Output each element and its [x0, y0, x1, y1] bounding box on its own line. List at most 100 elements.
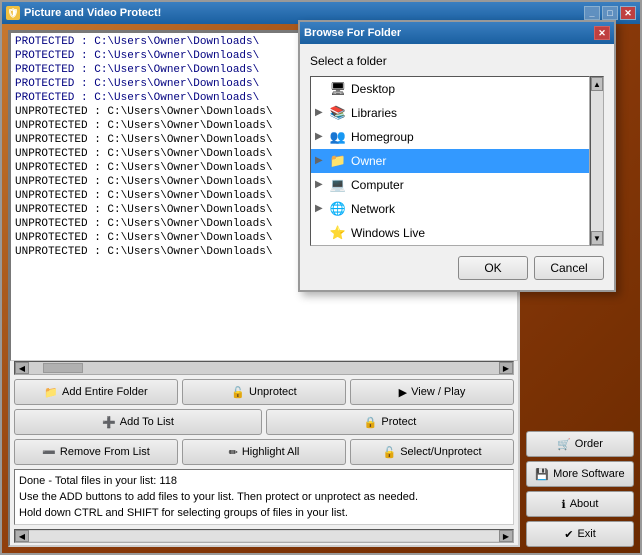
status-line-2: Use the ADD buttons to add files to your… [19, 489, 509, 505]
dialog-buttons: OK Cancel [310, 256, 604, 280]
status-line-3: Hold down CTRL and SHIFT for selecting g… [19, 505, 509, 521]
view-play-label: View / Play [411, 386, 465, 398]
title-bar-left: 🛡 Picture and Video Protect! [6, 6, 161, 20]
add-icon: ➕ [102, 416, 116, 429]
tree-item[interactable]: ▶📚Libraries [311, 101, 589, 125]
tree-item[interactable]: ▶💻Computer [311, 173, 589, 197]
highlight-icon: ✏ [229, 446, 238, 459]
folder-icon: 📁 [329, 153, 347, 169]
select-unprotect-button[interactable]: 🔓 Select/Unprotect [350, 439, 514, 465]
remove-from-list-label: Remove From List [60, 446, 150, 458]
dialog-title-bar: Browse For Folder ✕ [300, 22, 614, 44]
main-window: 🛡 Picture and Video Protect! _ □ ✕ PROTE… [0, 0, 642, 555]
tree-item-label: Desktop [351, 79, 395, 99]
window-title: Picture and Video Protect! [24, 7, 161, 19]
dialog-close-button[interactable]: ✕ [594, 26, 610, 40]
dialog-cancel-button[interactable]: Cancel [534, 256, 604, 280]
tree-item[interactable]: ▶📁Owner [311, 149, 589, 173]
protect-icon: 🔒 [364, 416, 378, 429]
button-row-2: ➕ Add To List 🔒 Protect [14, 409, 514, 435]
dialog-body: Select a folder 🖥Desktop▶📚Libraries▶👥Hom… [300, 44, 614, 290]
highlight-all-button[interactable]: ✏ Highlight All [182, 439, 346, 465]
protect-label: Protect [381, 416, 416, 428]
tree-item-label: Windows Live [351, 223, 425, 243]
dialog-ok-button[interactable]: OK [458, 256, 528, 280]
status-line-1: Done - Total files in your list: 118 [19, 473, 509, 489]
folder-add-icon: 📁 [44, 386, 58, 399]
add-entire-folder-button[interactable]: 📁 Add Entire Folder [14, 379, 178, 405]
tree-item-label: Libraries [351, 103, 397, 123]
tree-item-label: Homegroup [351, 127, 414, 147]
scroll-down-button[interactable]: ▼ [591, 231, 603, 245]
dialog-prompt: Select a folder [310, 54, 604, 68]
add-to-list-button[interactable]: ➕ Add To List [14, 409, 262, 435]
browse-folder-dialog: Browse For Folder ✕ Select a folder 🖥Des… [298, 20, 616, 292]
more-software-label: More Software [553, 468, 625, 480]
folder-icon: ⭐ [329, 225, 347, 241]
horizontal-scrollbar[interactable]: ◀ ▶ [14, 361, 514, 375]
view-play-button[interactable]: ▶ View / Play [350, 379, 514, 405]
order-button[interactable]: 🛒 Order [526, 431, 634, 457]
tree-item-label: Network [351, 199, 395, 219]
about-label: About [570, 498, 599, 510]
tree-item[interactable]: ▶👥Homegroup [311, 125, 589, 149]
h-scroll-right[interactable]: ▶ [499, 530, 513, 542]
app-icon: 🛡 [6, 6, 20, 20]
order-icon: 🛒 [557, 438, 571, 451]
scroll-right-button[interactable]: ▶ [499, 362, 513, 374]
folder-icon: 🌐 [329, 201, 347, 217]
exit-label: Exit [577, 528, 595, 540]
tree-arrow-icon: ▶ [315, 175, 327, 195]
folder-tree-container: 🖥Desktop▶📚Libraries▶👥Homegroup▶📁Owner▶💻C… [310, 76, 604, 246]
add-entire-folder-label: Add Entire Folder [62, 386, 148, 398]
close-button[interactable]: ✕ [620, 6, 636, 20]
tree-item[interactable]: ▶🌐Network [311, 197, 589, 221]
select-icon: 🔓 [382, 446, 396, 459]
unprotect-icon: 🔓 [231, 386, 245, 399]
add-to-list-label: Add To List [120, 416, 174, 428]
button-row-3: ➖ Remove From List ✏ Highlight All 🔓 Sel… [14, 439, 514, 465]
scroll-track [591, 91, 603, 231]
h-scroll-left[interactable]: ◀ [15, 530, 29, 542]
dialog-scrollbar[interactable]: ▲ ▼ [590, 76, 604, 246]
tree-item[interactable]: 🖥Desktop [311, 77, 589, 101]
tree-arrow-icon: ▶ [315, 127, 327, 147]
title-controls[interactable]: _ □ ✕ [584, 6, 636, 20]
highlight-all-label: Highlight All [242, 446, 299, 458]
h-scroll-track[interactable] [29, 531, 499, 541]
dialog-title-text: Browse For Folder [304, 27, 401, 39]
select-unprotect-label: Select/Unprotect [400, 446, 481, 458]
tree-arrow-icon: ▶ [315, 199, 327, 219]
folder-tree[interactable]: 🖥Desktop▶📚Libraries▶👥Homegroup▶📁Owner▶💻C… [310, 76, 590, 246]
tree-arrow-icon: ▶ [315, 103, 327, 123]
maximize-button[interactable]: □ [602, 6, 618, 20]
protect-button[interactable]: 🔒 Protect [266, 409, 514, 435]
about-icon: ℹ [562, 498, 566, 511]
unprotect-button[interactable]: 🔓 Unprotect [182, 379, 346, 405]
tree-item-label: Owner [351, 151, 386, 171]
about-button[interactable]: ℹ About [526, 491, 634, 517]
folder-icon: 📚 [329, 105, 347, 121]
remove-from-list-button[interactable]: ➖ Remove From List [14, 439, 178, 465]
more-software-button[interactable]: 💾 More Software [526, 461, 634, 487]
button-row-1: 📁 Add Entire Folder 🔓 Unprotect ▶ View /… [14, 379, 514, 405]
exit-icon: ✔ [564, 528, 573, 541]
unprotect-label: Unprotect [249, 386, 297, 398]
scroll-up-button[interactable]: ▲ [591, 77, 603, 91]
remove-icon: ➖ [42, 446, 56, 459]
more-software-icon: 💾 [535, 468, 549, 481]
scroll-left-button[interactable]: ◀ [15, 362, 29, 374]
folder-icon: 👥 [329, 129, 347, 145]
minimize-button[interactable]: _ [584, 6, 600, 20]
tree-arrow-icon: ▶ [315, 151, 327, 171]
bottom-scrollbar[interactable]: ◀ ▶ [14, 529, 514, 543]
tree-item-label: Computer [351, 175, 404, 195]
folder-icon: 🖥 [329, 81, 347, 97]
play-icon: ▶ [399, 386, 407, 399]
folder-icon: 💻 [329, 177, 347, 193]
tree-item[interactable]: ⭐Windows Live [311, 221, 589, 245]
exit-button[interactable]: ✔ Exit [526, 521, 634, 547]
order-label: Order [575, 438, 603, 450]
scrollbar-thumb[interactable] [43, 363, 83, 373]
status-bar: Done - Total files in your list: 118 Use… [14, 469, 514, 525]
